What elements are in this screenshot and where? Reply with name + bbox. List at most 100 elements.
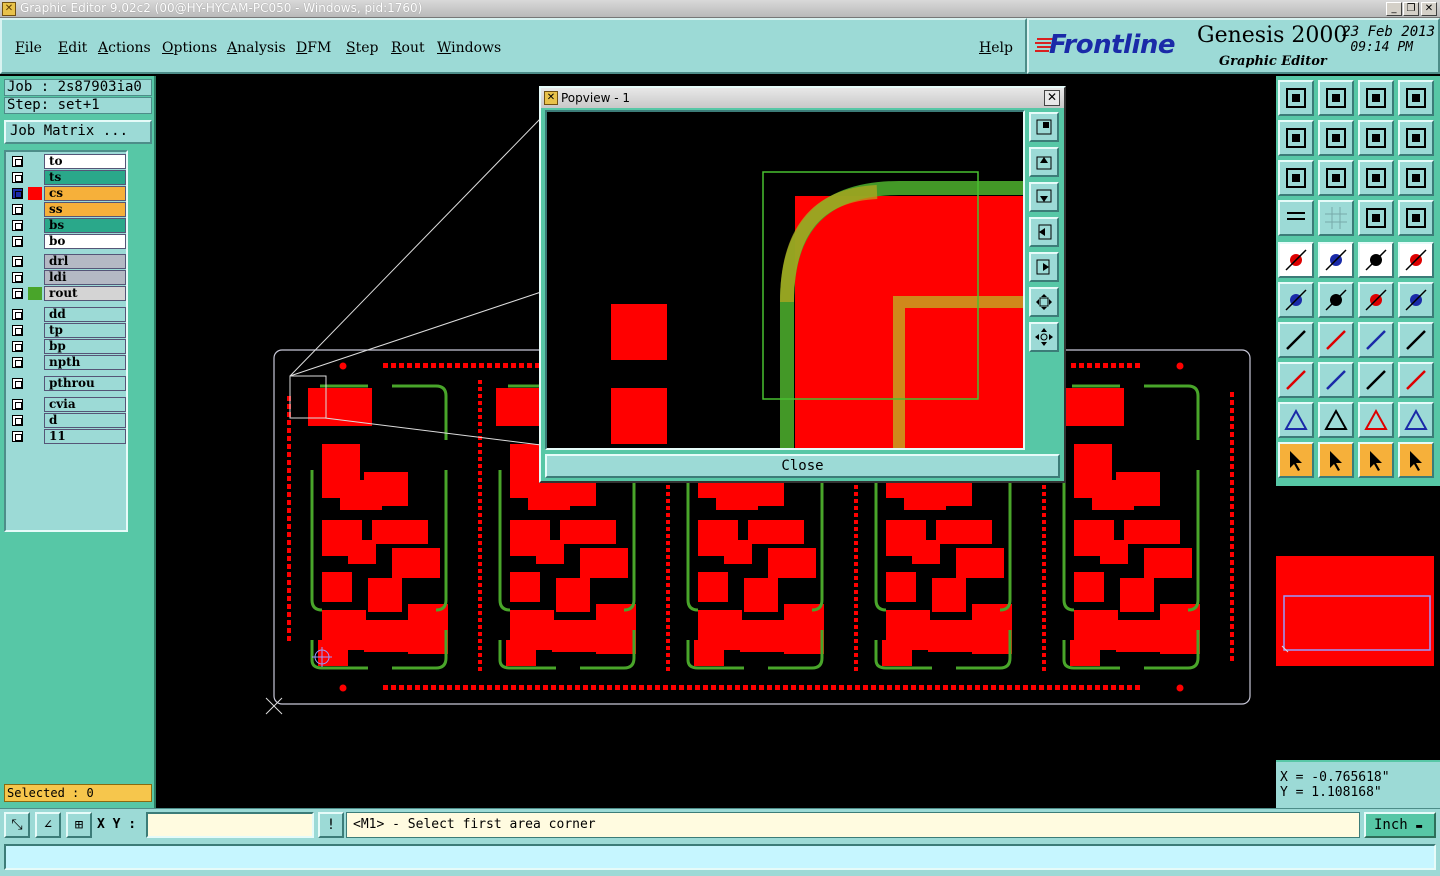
menu-file[interactable]: File: [15, 40, 42, 56]
measure-angle-icon[interactable]: ∠: [35, 812, 61, 838]
undo-view-icon[interactable]: [1358, 120, 1394, 156]
layer-name[interactable]: tp: [44, 323, 126, 338]
layer-name[interactable]: 11: [44, 429, 126, 444]
layer-name[interactable]: d: [44, 413, 126, 428]
layer-name[interactable]: ss: [44, 202, 126, 217]
pad-select-icon[interactable]: [1278, 362, 1314, 398]
layer-name[interactable]: to: [44, 154, 126, 169]
pan-right-icon[interactable]: [1318, 120, 1354, 156]
job-matrix-button[interactable]: Job Matrix ...: [4, 120, 152, 144]
layer-row-ss[interactable]: ss: [8, 202, 126, 217]
popview-close-icon[interactable]: ✕: [1044, 90, 1060, 106]
layer-color-swatch[interactable]: [28, 219, 42, 232]
layer-color-swatch[interactable]: [28, 187, 42, 200]
feature-add-icon[interactable]: [1278, 242, 1314, 278]
layer-row-ldi[interactable]: ldi: [8, 270, 126, 285]
layer-name[interactable]: rout: [44, 286, 126, 301]
layer-name[interactable]: cvia: [44, 397, 126, 412]
layer-checkbox[interactable]: [12, 431, 23, 442]
diag-line-icon[interactable]: [1318, 322, 1354, 358]
fit-icon[interactable]: [1278, 160, 1314, 196]
layer-checkbox[interactable]: [12, 325, 23, 336]
layer-color-swatch[interactable]: [28, 235, 42, 248]
menu-step[interactable]: Step: [346, 40, 378, 56]
arc-icon[interactable]: [1358, 322, 1394, 358]
grid-snap-icon[interactable]: ⊞: [66, 812, 92, 838]
layer-color-swatch[interactable]: [28, 308, 42, 321]
pointer-select-icon[interactable]: [1358, 442, 1394, 478]
query-icon[interactable]: [1398, 160, 1434, 196]
connect-icon[interactable]: [1278, 282, 1314, 318]
layer-color-swatch[interactable]: [28, 398, 42, 411]
flip-icon[interactable]: [1398, 322, 1434, 358]
layer-checkbox[interactable]: [12, 341, 23, 352]
popview-pan-up-icon[interactable]: [1029, 147, 1059, 177]
zoom-step-icon[interactable]: [1318, 80, 1354, 116]
layer-color-swatch[interactable]: [28, 340, 42, 353]
layer-name[interactable]: dd: [44, 307, 126, 322]
layer-checkbox[interactable]: [12, 357, 23, 368]
route-icon[interactable]: [1398, 442, 1434, 478]
layer-checkbox[interactable]: [12, 399, 23, 410]
layer-name[interactable]: ts: [44, 170, 126, 185]
layer-row-bs[interactable]: bs: [8, 218, 126, 233]
menu-analysis[interactable]: Analysis: [227, 40, 286, 56]
popview-pan-right-icon[interactable]: [1029, 252, 1059, 282]
close-icon[interactable]: ✕: [1421, 2, 1437, 16]
triangle-a-icon[interactable]: [1318, 402, 1354, 438]
layer-name[interactable]: npth: [44, 355, 126, 370]
layer-checkbox[interactable]: [12, 378, 23, 389]
layer-checkbox[interactable]: [12, 236, 23, 247]
layer-row-rout[interactable]: rout: [8, 286, 126, 301]
pointer-box-icon[interactable]: [1318, 442, 1354, 478]
layer-checkbox[interactable]: [12, 288, 23, 299]
menu-help[interactable]: Help: [979, 40, 1013, 56]
layer-name[interactable]: bo: [44, 234, 126, 249]
layer-name[interactable]: drl: [44, 254, 126, 269]
layer-checkbox[interactable]: [12, 309, 23, 320]
redraw-icon[interactable]: [1398, 120, 1434, 156]
triangle-icon[interactable]: [1278, 402, 1314, 438]
layer-color-swatch[interactable]: [28, 255, 42, 268]
menu-actions[interactable]: Actions: [98, 40, 151, 56]
menu-edit[interactable]: Edit: [58, 40, 87, 56]
menu-options[interactable]: Options: [162, 40, 217, 56]
layer-color-swatch[interactable]: [28, 287, 42, 300]
layer-color-swatch[interactable]: [28, 414, 42, 427]
pointer-icon[interactable]: [1278, 442, 1314, 478]
layer-color-swatch[interactable]: [28, 324, 42, 337]
popview-canvas[interactable]: [545, 110, 1025, 450]
layer-row-11[interactable]: 11: [8, 429, 126, 444]
layer-color-swatch[interactable]: [28, 155, 42, 168]
job-field[interactable]: Job : 2s87903ia0: [4, 79, 152, 96]
pad-icon[interactable]: [1398, 242, 1434, 278]
layer-row-dd[interactable]: dd: [8, 307, 126, 322]
layer-color-swatch[interactable]: [28, 356, 42, 369]
popview-pan-down-icon[interactable]: [1029, 182, 1059, 212]
minimize-icon[interactable]: _: [1386, 2, 1402, 16]
layer-color-swatch[interactable]: [28, 430, 42, 443]
layer-name[interactable]: pthrou: [44, 376, 126, 391]
layer-checkbox[interactable]: [12, 220, 23, 231]
dash-icon[interactable]: [1318, 362, 1354, 398]
layer-row-d[interactable]: d: [8, 413, 126, 428]
layer-row-to[interactable]: to: [8, 154, 126, 169]
layer-checkbox[interactable]: [12, 272, 23, 283]
measure-icon[interactable]: [1278, 200, 1314, 236]
snap-icon[interactable]: ⤡: [4, 812, 30, 838]
pan-left-icon[interactable]: [1278, 120, 1314, 156]
group-icon[interactable]: [1398, 362, 1434, 398]
layer-row-pthrou[interactable]: pthrou: [8, 376, 126, 391]
popview-pan-left-icon[interactable]: [1029, 217, 1059, 247]
xy-input[interactable]: [146, 812, 314, 838]
line-red-icon[interactable]: [1358, 282, 1394, 318]
layer-row-cvia[interactable]: cvia: [8, 397, 126, 412]
layer-checkbox[interactable]: [12, 415, 23, 426]
popview-zoom-in-icon[interactable]: [1029, 112, 1059, 142]
ruler-icon[interactable]: [1358, 242, 1394, 278]
units-select[interactable]: Inch ▬: [1364, 812, 1436, 838]
layer-color-swatch[interactable]: [28, 271, 42, 284]
layer-checkbox[interactable]: [12, 156, 23, 167]
layer-row-tp[interactable]: tp: [8, 323, 126, 338]
popview-titlebar[interactable]: ✕ Popview - 1: [541, 88, 1064, 108]
